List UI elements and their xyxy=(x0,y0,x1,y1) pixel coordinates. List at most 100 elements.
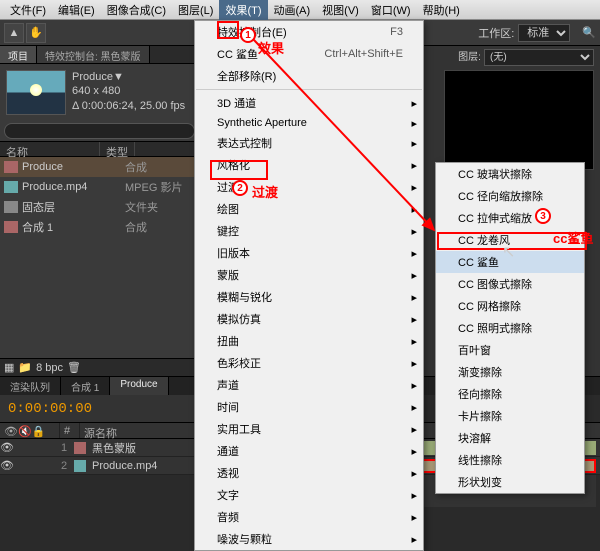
tab-produce[interactable]: Produce xyxy=(110,377,168,395)
mi-keying[interactable]: 键控▸ xyxy=(195,220,423,242)
menu-composition[interactable]: 图像合成(C) xyxy=(101,0,172,20)
layer-color-swatch[interactable] xyxy=(74,442,86,454)
project-item[interactable]: 固态层文件夹 xyxy=(0,197,199,217)
tab-project[interactable]: 项目 xyxy=(0,46,37,63)
tab-render-queue[interactable]: 渲染队列 xyxy=(0,377,61,395)
folder-icon xyxy=(4,201,18,213)
composition-icon xyxy=(4,161,18,173)
project-footer: ▦ 📁 8 bpc 🗑 xyxy=(0,358,199,376)
layer-name: Produce.mp4 xyxy=(88,460,157,472)
mi-shape-wipe[interactable]: 形状划变 xyxy=(436,471,584,493)
mi-card-wipe[interactable]: 卡片擦除 xyxy=(436,405,584,427)
menu-view[interactable]: 视图(V) xyxy=(316,0,365,20)
menu-help[interactable]: 帮助(H) xyxy=(417,0,466,20)
mi-expression-controls[interactable]: 表达式控制▸ xyxy=(195,132,423,154)
col-source-name[interactable]: 源名称 xyxy=(80,423,210,438)
mi-radial-wipe[interactable]: 径向擦除 xyxy=(436,383,584,405)
mi-audio-channel[interactable]: 声道▸ xyxy=(195,374,423,396)
mi-synthetic-aperture[interactable]: Synthetic Aperture▸ xyxy=(195,114,423,132)
mi-blur-sharpen[interactable]: 模糊与锐化▸ xyxy=(195,286,423,308)
project-tree: Produce合成 Produce.mp4MPEG 影片 固态层文件夹 合成 1… xyxy=(0,157,199,358)
menu-window[interactable]: 窗口(W) xyxy=(365,0,417,20)
visibility-toggle-icon[interactable]: 👁 xyxy=(0,441,14,454)
annotation-badge-2: 2 xyxy=(232,180,248,196)
layer-dropdown[interactable]: (无) xyxy=(484,49,594,66)
menu-layer[interactable]: 图层(L) xyxy=(172,0,219,20)
current-timecode[interactable]: 0:00:00:00 xyxy=(0,401,100,417)
selection-tool-icon[interactable]: ▲ xyxy=(4,23,24,43)
mi-transition[interactable]: 过渡▸ xyxy=(195,176,423,198)
mi-linear-wipe[interactable]: 线性擦除 xyxy=(436,449,584,471)
mi-text[interactable]: 文字▸ xyxy=(195,484,423,506)
mi-cc-twister[interactable]: CC 龙卷风 xyxy=(436,229,584,251)
mi-distort[interactable]: 扭曲▸ xyxy=(195,330,423,352)
hand-tool-icon[interactable]: ✋ xyxy=(26,23,46,43)
comp-resolution: 640 x 480 xyxy=(72,84,185,98)
menu-bar: 文件(F) 编辑(E) 图像合成(C) 图层(L) 效果(T) 动画(A) 视图… xyxy=(0,0,600,20)
mi-simulation[interactable]: 模拟仿真▸ xyxy=(195,308,423,330)
comp-duration: Δ 0:00:06:24, 25.00 fps xyxy=(72,99,185,113)
transition-submenu: CC 玻璃状擦除 CC 径向缩放擦除 CC 拉伸式缩放 CC 龙卷风 CC 鲨鱼… xyxy=(435,162,585,494)
search-icon[interactable]: 🔍 xyxy=(582,26,596,39)
menu-animation[interactable]: 动画(A) xyxy=(268,0,317,20)
mi-cc-jaws[interactable]: CC 鲨鱼 xyxy=(436,251,584,273)
mi-effect-controls[interactable]: 特效控制台(E)F3 xyxy=(195,21,423,43)
mi-cc-grid-wipe[interactable]: CC 网格擦除 xyxy=(436,295,584,317)
mi-time[interactable]: 时间▸ xyxy=(195,396,423,418)
tab-comp1[interactable]: 合成 1 xyxy=(61,377,110,395)
effect-menu: 特效控制台(E)F3 CC 鲨鱼Ctrl+Alt+Shift+E 全部移除(R)… xyxy=(194,20,424,551)
mi-cc-radial-scale-wipe[interactable]: CC 径向缩放擦除 xyxy=(436,185,584,207)
composition-thumbnail[interactable] xyxy=(6,70,66,115)
tab-effect-controls[interactable]: 特效控制台: 黑色蒙版 xyxy=(37,46,150,63)
annotation-badge-1: 1 xyxy=(240,27,256,43)
project-item[interactable]: Produce.mp4MPEG 影片 xyxy=(0,177,199,197)
mi-cc-image-wipe[interactable]: CC 图像式擦除 xyxy=(436,273,584,295)
mi-cc-glass-wipe[interactable]: CC 玻璃状擦除 xyxy=(436,163,584,185)
layer-label: 图层: xyxy=(458,52,481,63)
mi-noise-grain[interactable]: 噪波与颗粒▸ xyxy=(195,528,423,550)
new-comp-icon[interactable]: ▦ xyxy=(4,361,14,374)
menu-separator xyxy=(196,89,422,90)
composition-icon xyxy=(4,221,18,233)
mi-obsolete[interactable]: 旧版本▸ xyxy=(195,242,423,264)
workspace-dropdown[interactable]: 标准 xyxy=(518,24,570,42)
mi-perspective[interactable]: 透视▸ xyxy=(195,462,423,484)
project-search-input[interactable] xyxy=(4,123,195,139)
workspace-selector: 工作区: 标准 🔍 xyxy=(478,24,596,42)
trash-icon[interactable]: 🗑 xyxy=(67,361,81,374)
video-icon xyxy=(4,181,18,193)
mi-3d-channel[interactable]: 3D 通道▸ xyxy=(195,92,423,114)
mi-matte[interactable]: 蒙版▸ xyxy=(195,264,423,286)
mi-remove-all[interactable]: 全部移除(R) xyxy=(195,65,423,87)
mi-stylize[interactable]: 风格化▸ xyxy=(195,154,423,176)
workspace-label: 工作区: xyxy=(478,25,514,41)
mi-block-dissolve[interactable]: 块溶解 xyxy=(436,427,584,449)
menu-edit[interactable]: 编辑(E) xyxy=(52,0,101,20)
layer-name: 黑色蒙版 xyxy=(88,440,136,456)
mi-gradient-wipe[interactable]: 渐变擦除 xyxy=(436,361,584,383)
mi-cc-light-wipe[interactable]: CC 照明式擦除 xyxy=(436,317,584,339)
project-panel: 项目 特效控制台: 黑色蒙版 Produce▼ 640 x 480 Δ 0:00… xyxy=(0,46,200,376)
mi-audio[interactable]: 音频▸ xyxy=(195,506,423,528)
thumbnail-info: Produce▼ 640 x 480 Δ 0:00:06:24, 25.00 f… xyxy=(72,70,185,115)
mi-color-correction[interactable]: 色彩校正▸ xyxy=(195,352,423,374)
comp-name: Produce▼ xyxy=(72,70,185,84)
visibility-toggle-icon[interactable]: 👁 xyxy=(0,459,14,472)
mi-channel[interactable]: 通道▸ xyxy=(195,440,423,462)
mi-blinds[interactable]: 百叶窗 xyxy=(436,339,584,361)
new-folder-icon[interactable]: 📁 xyxy=(18,361,32,374)
col-name[interactable]: 名称 xyxy=(0,142,100,156)
preview-viewport[interactable] xyxy=(444,70,594,170)
mi-utility[interactable]: 实用工具▸ xyxy=(195,418,423,440)
annotation-badge-3: 3 xyxy=(535,208,551,224)
project-item[interactable]: Produce合成 xyxy=(0,157,199,177)
bit-depth[interactable]: 8 bpc xyxy=(36,362,63,374)
menu-file[interactable]: 文件(F) xyxy=(4,0,52,20)
project-item[interactable]: 合成 1合成 xyxy=(0,217,199,237)
layer-color-swatch[interactable] xyxy=(74,460,86,472)
menu-effect[interactable]: 效果(T) xyxy=(219,0,267,20)
mi-paint[interactable]: 绘图▸ xyxy=(195,198,423,220)
mi-cc-scale-wipe[interactable]: CC 拉伸式缩放 xyxy=(436,207,584,229)
col-type[interactable]: 类型 xyxy=(100,142,135,156)
mi-last-effect[interactable]: CC 鲨鱼Ctrl+Alt+Shift+E xyxy=(195,43,423,65)
